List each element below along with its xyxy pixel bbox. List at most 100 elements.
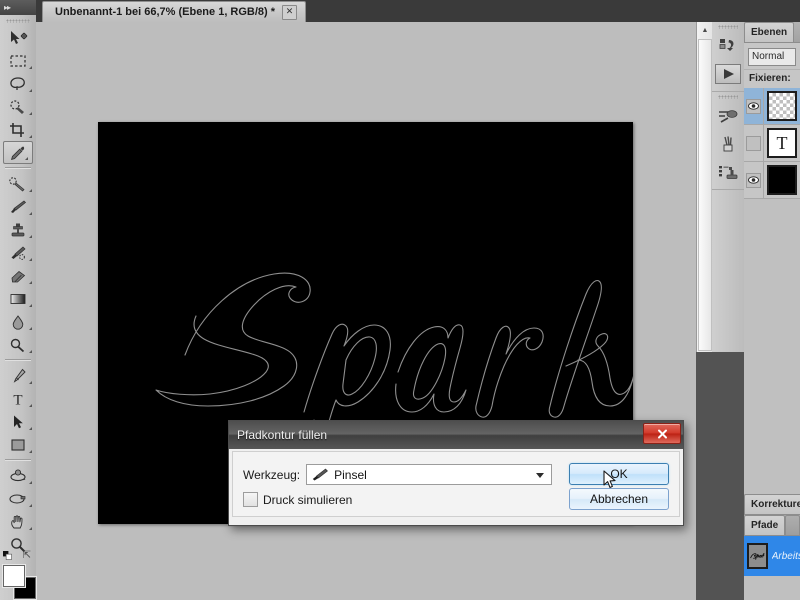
table-row[interactable]: T: [744, 125, 800, 162]
simulate-pressure-row[interactable]: Druck simulieren: [243, 492, 352, 507]
lasso-tool[interactable]: [0, 72, 36, 95]
dodge-tool[interactable]: [0, 333, 36, 356]
tool-submenu-indicator: [29, 281, 32, 284]
brush-tool[interactable]: [0, 195, 36, 218]
clone-source-icon[interactable]: [712, 158, 744, 186]
color-swatches[interactable]: ⇱: [0, 550, 36, 600]
crop-tool[interactable]: [0, 118, 36, 141]
toolbar-expand-button[interactable]: ▸▸: [0, 0, 36, 15]
ok-button[interactable]: OK: [569, 463, 669, 485]
layer-thumbnail: [767, 91, 797, 121]
toolbar-divider: [5, 167, 31, 169]
tab-overflow[interactable]: [785, 515, 800, 535]
quick-selection-tool[interactable]: [0, 95, 36, 118]
marquee-tool[interactable]: [0, 49, 36, 72]
hand-tool[interactable]: [0, 510, 36, 533]
double-chevron-icon: ▸▸: [4, 3, 11, 12]
layer-thumbnail-cell[interactable]: [764, 88, 800, 124]
tool-submenu-indicator: [29, 481, 32, 484]
close-icon[interactable]: ✕: [282, 4, 298, 20]
default-colors-icon[interactable]: [3, 551, 12, 560]
tab-pfade[interactable]: Pfade: [744, 515, 786, 535]
document-tab[interactable]: Unbenannt-1 bei 66,7% (Ebene 1, RGB/8) *…: [42, 1, 307, 22]
tool-submenu-indicator: [29, 66, 32, 69]
layers-panel-tabs: Ebenen: [744, 22, 800, 43]
tab-korrekturen[interactable]: Korrekturen: [744, 494, 800, 514]
lock-label: Fixieren:: [744, 69, 800, 88]
foreground-color-swatch[interactable]: [3, 565, 25, 587]
gradient-tool[interactable]: [0, 287, 36, 310]
tab-pfade-label: Pfade: [751, 520, 779, 531]
layer-visibility-cell[interactable]: [744, 88, 764, 124]
tool-submenu-indicator: [29, 527, 32, 530]
layer-thumbnail-cell[interactable]: T: [764, 125, 800, 161]
tab-ebenen-label: Ebenen: [751, 27, 788, 38]
eraser-tool[interactable]: [0, 264, 36, 287]
blend-mode-select[interactable]: Normal: [748, 48, 796, 66]
layers-panel-empty-area: [744, 199, 800, 494]
blend-mode-value: Normal: [752, 51, 785, 62]
brush-tip-icon[interactable]: [712, 130, 744, 158]
scrollbar-thumb[interactable]: [698, 39, 712, 351]
close-icon[interactable]: [643, 423, 681, 444]
icon-dock: [712, 22, 745, 352]
layers-panel-body: Normal Fixieren: T: [744, 43, 800, 494]
tab-ebenen[interactable]: Ebenen: [744, 22, 795, 42]
eye-icon[interactable]: [746, 172, 761, 188]
adjustments-panel-tabs: Korrekturen: [744, 494, 800, 515]
toolbar-drag-grip[interactable]: [0, 15, 36, 26]
tool-submenu-indicator: [29, 304, 32, 307]
photoshop-window: ▸▸ T ⇱ Unbenannt-1 bei 66,7% (Ebene 1, R…: [0, 0, 800, 600]
move-tool[interactable]: [0, 26, 36, 49]
list-item[interactable]: Arbeitspfad: [744, 536, 800, 576]
tools-panel: ▸▸ T ⇱: [0, 0, 37, 600]
history-icon[interactable]: [712, 32, 744, 60]
chevron-down-icon[interactable]: [536, 473, 545, 478]
tool-submenu-indicator: [29, 327, 32, 330]
type-tool[interactable]: T: [0, 387, 36, 410]
eye-icon-off[interactable]: [746, 135, 761, 151]
layer-visibility-cell[interactable]: [744, 125, 764, 161]
shape-tool[interactable]: [0, 433, 36, 456]
scroll-up-arrow-icon[interactable]: ▲: [697, 22, 713, 38]
history-brush-tool[interactable]: [0, 241, 36, 264]
tool-submenu-indicator: [29, 350, 32, 353]
blur-tool[interactable]: [0, 310, 36, 333]
cancel-button-label: Abbrechen: [589, 492, 649, 506]
orbit-3d-tool[interactable]: [0, 487, 36, 510]
swap-colors-icon[interactable]: ⇱: [23, 550, 31, 561]
pen-tool[interactable]: [0, 364, 36, 387]
layer-thumbnail-text: T: [767, 128, 797, 158]
table-row[interactable]: [744, 88, 800, 125]
cancel-button[interactable]: Abbrechen: [569, 488, 669, 510]
path-selection-tool[interactable]: [0, 410, 36, 433]
brush-icon: [312, 468, 329, 480]
layer-visibility-cell[interactable]: [744, 162, 764, 198]
dock-group-history: [712, 22, 744, 92]
brush-presets-icon[interactable]: [712, 102, 744, 130]
paths-panel-empty-area: [744, 576, 800, 598]
clone-stamp-tool[interactable]: [0, 218, 36, 241]
tool-dropdown[interactable]: Pinsel: [306, 464, 553, 485]
path-name-label: Arbeitspfad: [771, 550, 800, 562]
tool-submenu-indicator: [29, 212, 32, 215]
table-row[interactable]: [744, 162, 800, 199]
eyedropper-tool[interactable]: [3, 141, 33, 164]
tool-submenu-indicator: [29, 258, 32, 261]
toolbar-divider: [5, 359, 31, 361]
rotate-3d-tool[interactable]: [0, 464, 36, 487]
svg-text:T: T: [13, 392, 22, 407]
dock-group-brushes: [712, 92, 744, 190]
simulate-pressure-checkbox[interactable]: [243, 492, 258, 507]
path-thumbnail: [747, 543, 768, 569]
layer-thumbnail-cell[interactable]: [764, 162, 800, 198]
blend-mode-row: Normal: [744, 46, 800, 69]
dock-grip[interactable]: [712, 22, 744, 32]
play-icon[interactable]: [712, 60, 744, 88]
dock-grip[interactable]: [712, 92, 744, 102]
eye-icon[interactable]: [746, 98, 761, 114]
tool-submenu-indicator: [29, 427, 32, 430]
dialog-title-bar[interactable]: Pfadkontur füllen: [229, 421, 683, 449]
healing-brush-tool[interactable]: [0, 172, 36, 195]
right-panel-column: Ebenen Normal Fixieren: T Korrekture Pfa…: [744, 22, 800, 600]
